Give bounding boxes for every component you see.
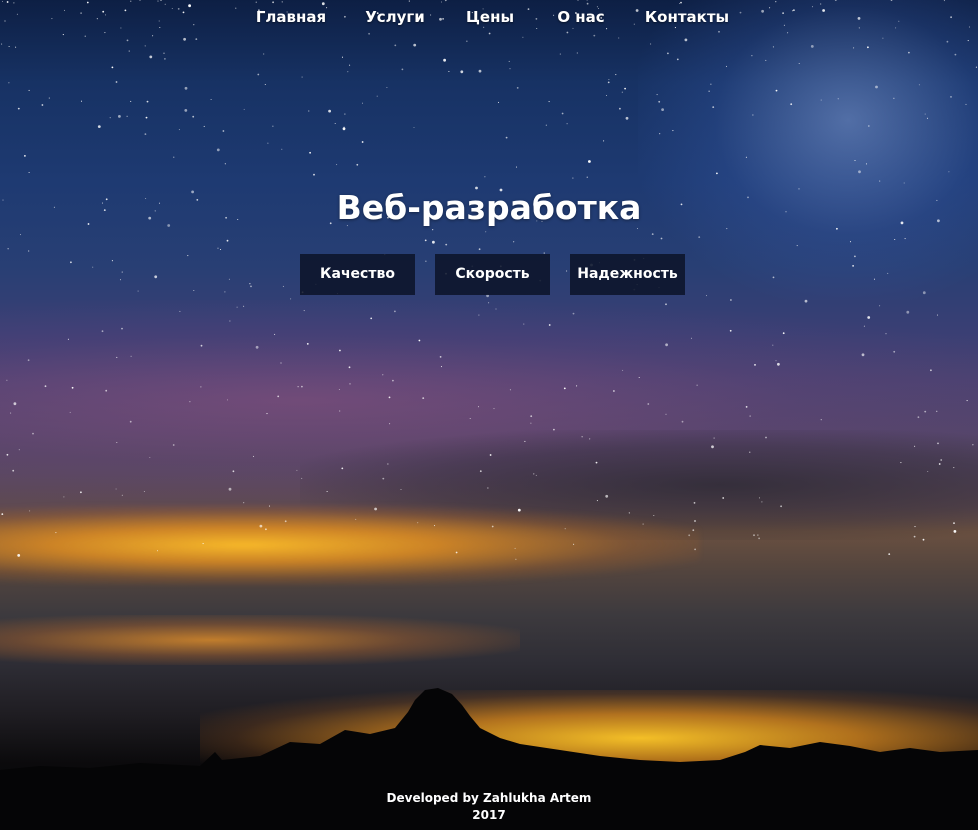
hero-title: Веб-разработка <box>336 188 642 227</box>
nav-link-home[interactable]: Главная <box>256 6 326 28</box>
footer-year: 2017 <box>472 808 506 822</box>
tree-silhouette <box>0 688 978 830</box>
speed-button[interactable]: Скорость <box>435 254 550 295</box>
reliability-button[interactable]: Надежность <box>570 254 685 295</box>
night-sky-background <box>0 0 978 830</box>
quality-button[interactable]: Качество <box>300 254 415 295</box>
footer-credit: Developed by Zahlukha Artem <box>386 791 592 805</box>
main-nav: Главная Услуги Цены О нас Контакты <box>0 6 978 28</box>
footer: Developed by Zahlukha Artem 2017 <box>0 790 978 824</box>
nav-link-prices[interactable]: Цены <box>466 6 514 28</box>
nav-link-services[interactable]: Услуги <box>365 6 425 28</box>
nav-link-contacts[interactable]: Контакты <box>645 6 729 28</box>
nav-link-about[interactable]: О нас <box>557 6 604 28</box>
